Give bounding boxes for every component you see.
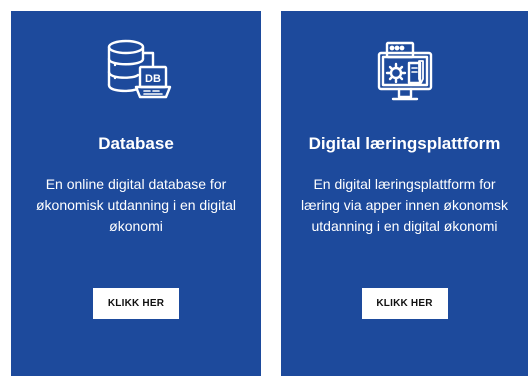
card-description: En digital læringsplattform for læring v…	[301, 176, 508, 234]
learning-platform-click-here-button[interactable]: KLIKK HER	[361, 288, 448, 319]
database-card: DB Database En online digital database f…	[11, 11, 261, 376]
card-title: Database	[98, 134, 174, 153]
learning-platform-card: Digital læringsplattform En digital læri…	[281, 11, 528, 376]
database-icon: DB	[96, 33, 176, 113]
card-title: Digital læringsplattform	[308, 134, 501, 153]
database-click-here-button[interactable]: KLIKK HER	[93, 288, 179, 319]
card-description: En online digital database for økonomisk…	[35, 176, 236, 234]
page: DB Database En online digital database f…	[0, 0, 530, 376]
svg-text:DB: DB	[145, 73, 161, 85]
learning-platform-monitor-icon	[365, 33, 445, 113]
